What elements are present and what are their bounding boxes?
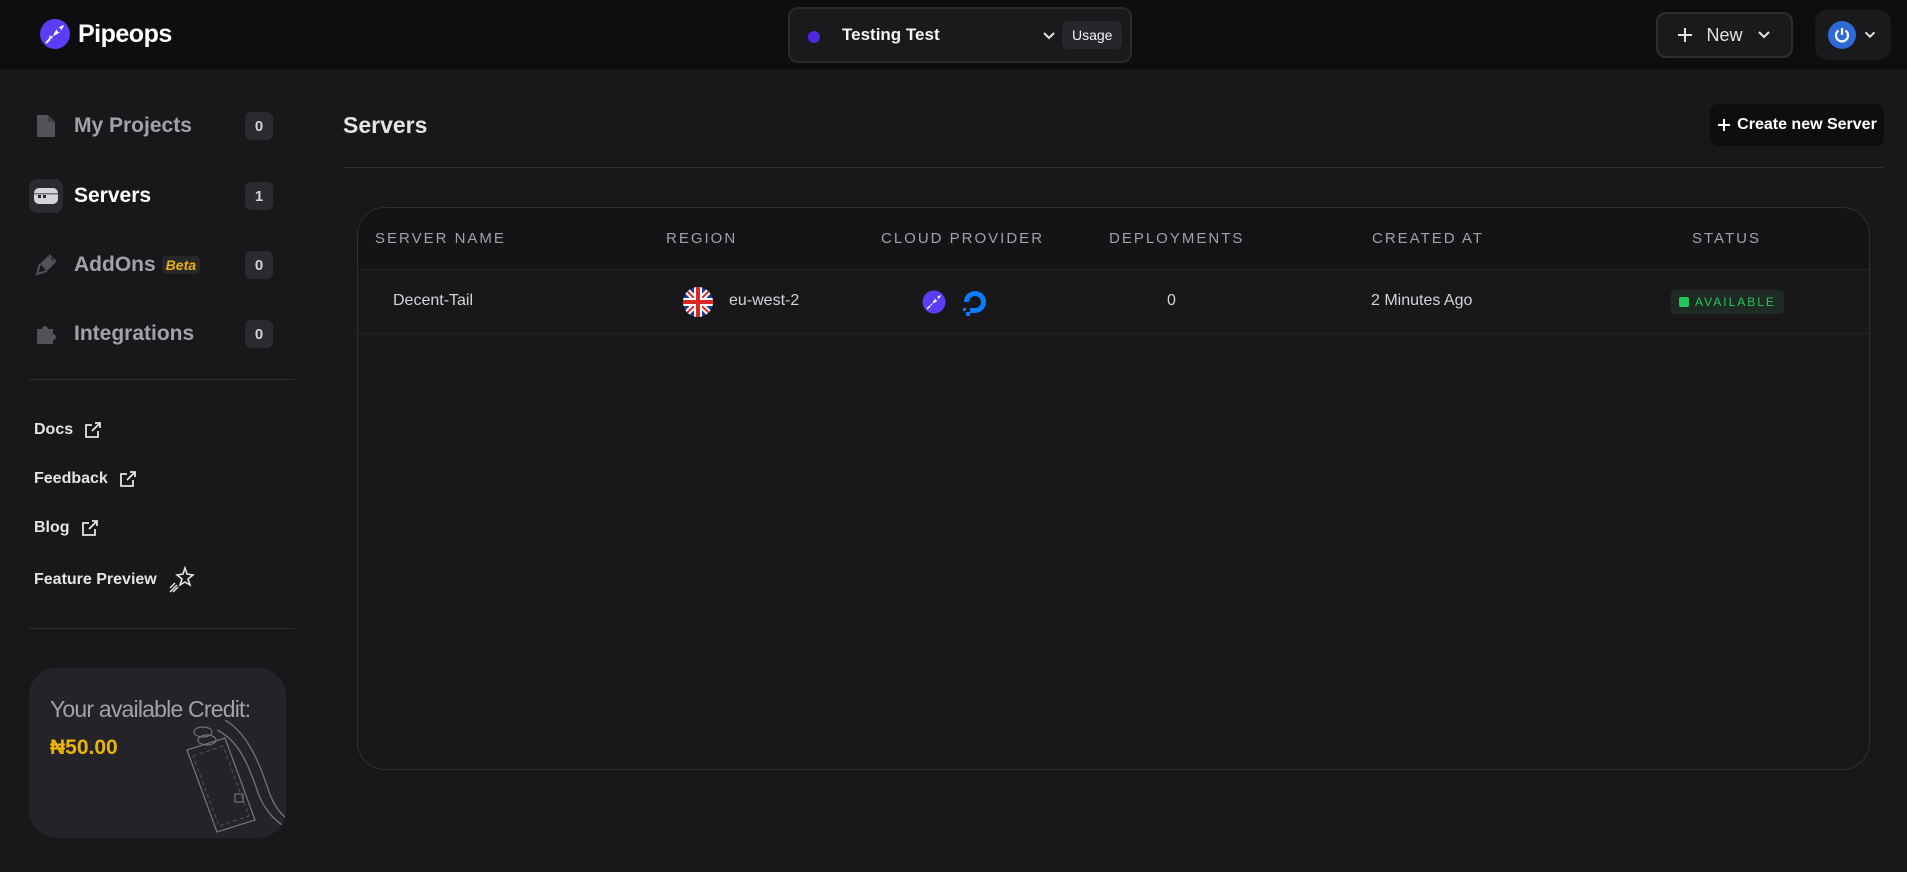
feedback-link[interactable]: Feedback — [34, 469, 138, 489]
brand-name: Pipeops — [78, 19, 172, 48]
status-badge: AVAILABLE — [1671, 290, 1784, 314]
plug-icon — [29, 248, 63, 282]
region-cell: eu-west-2 — [729, 292, 800, 309]
sidebar-item-addons[interactable]: AddOns Beta 0 — [29, 245, 273, 285]
column-header-cloud-provider[interactable]: Cloud Provider — [881, 230, 1044, 247]
blog-link[interactable]: Blog — [34, 518, 100, 538]
usage-button[interactable]: Usage — [1062, 21, 1123, 49]
status-label: AVAILABLE — [1695, 295, 1776, 309]
power-icon — [1834, 28, 1850, 43]
beta-tag: Beta — [161, 256, 201, 274]
brand[interactable]: Pipeops — [38, 17, 172, 51]
credit-card: Your available Credit: ₦50.00 — [29, 668, 286, 838]
wallet-illustration-icon — [186, 720, 286, 833]
count-badge: 0 — [245, 112, 273, 140]
sidebar-item-label: Servers — [74, 184, 152, 207]
sidebar-item-integrations[interactable]: Integrations 0 — [29, 314, 273, 354]
sidebar: My Projects 0 Servers 1 AddOns Beta 0 In… — [0, 72, 300, 872]
chevron-down-icon — [1757, 31, 1770, 39]
feature-preview-link[interactable]: Feature Preview — [34, 566, 195, 594]
server-name-cell[interactable]: Decent-Tail — [393, 292, 473, 310]
file-icon — [29, 109, 63, 143]
sidebar-item-label: AddOns — [74, 253, 156, 276]
column-header-server-name[interactable]: Server Name — [375, 230, 506, 247]
status-dot — [1679, 297, 1689, 307]
column-header-region[interactable]: Region — [666, 230, 737, 247]
user-menu[interactable] — [1815, 10, 1891, 60]
credit-value: ₦50.00 — [50, 736, 118, 759]
top-bar: Pipeops Testing Test Usage New — [0, 0, 1907, 71]
puzzle-icon — [29, 317, 63, 351]
plus-icon — [1718, 119, 1731, 131]
count-badge: 0 — [245, 320, 273, 348]
sparkle-star-icon — [169, 566, 195, 593]
created-at-cell: 2 Minutes Ago — [1371, 292, 1473, 309]
main-divider — [343, 167, 1884, 168]
link-label: Feature Preview — [34, 571, 157, 588]
cloud-provider-cell — [921, 286, 991, 318]
sidebar-divider — [29, 628, 295, 629]
plus-icon — [1678, 28, 1693, 42]
page-title: Servers — [343, 112, 428, 138]
digitalocean-icon — [963, 291, 986, 316]
external-link-icon — [119, 471, 136, 487]
chevron-down-icon — [1043, 32, 1055, 40]
sidebar-item-my-projects[interactable]: My Projects 0 — [29, 106, 273, 146]
servers-table: Server Name Region Cloud Provider Deploy… — [357, 207, 1870, 770]
link-label: Docs — [34, 421, 74, 438]
docs-link[interactable]: Docs — [34, 420, 103, 440]
deployments-cell: 0 — [1167, 292, 1176, 309]
link-label: Feedback — [34, 470, 108, 487]
sidebar-item-label: My Projects — [74, 114, 192, 137]
create-server-label: Create new Server — [1737, 116, 1877, 133]
new-button-label: New — [1706, 24, 1743, 45]
external-link-icon — [81, 520, 98, 536]
sidebar-item-label: Integrations — [74, 322, 195, 345]
avatar — [1828, 21, 1856, 49]
project-name: Testing Test — [842, 25, 940, 44]
table-row[interactable]: Decent-Tail eu-west-2 0 2 Minutes Ago AV… — [358, 270, 1869, 334]
link-label: Blog — [34, 519, 70, 536]
column-header-status[interactable]: Status — [1692, 230, 1761, 247]
sidebar-divider — [29, 379, 295, 380]
project-color-dot — [808, 31, 820, 43]
count-badge: 1 — [245, 182, 273, 210]
create-server-button[interactable]: Create new Server — [1710, 104, 1884, 146]
column-header-deployments[interactable]: Deployments — [1109, 230, 1244, 247]
server-icon — [29, 179, 63, 213]
external-link-icon — [85, 422, 102, 438]
credit-title: Your available Credit: — [50, 696, 251, 722]
chevron-down-icon — [1864, 31, 1876, 39]
pipeops-icon — [922, 290, 946, 314]
table-header: Server Name Region Cloud Provider Deploy… — [358, 208, 1869, 270]
pipeops-logo-icon — [40, 19, 70, 49]
count-badge: 0 — [245, 251, 273, 279]
new-button[interactable]: New — [1656, 12, 1793, 58]
uk-flag-icon — [683, 287, 713, 317]
project-switcher[interactable]: Testing Test Usage — [788, 7, 1132, 63]
column-header-created-at[interactable]: Created At — [1372, 230, 1484, 247]
sidebar-item-servers[interactable]: Servers 1 — [29, 176, 273, 216]
